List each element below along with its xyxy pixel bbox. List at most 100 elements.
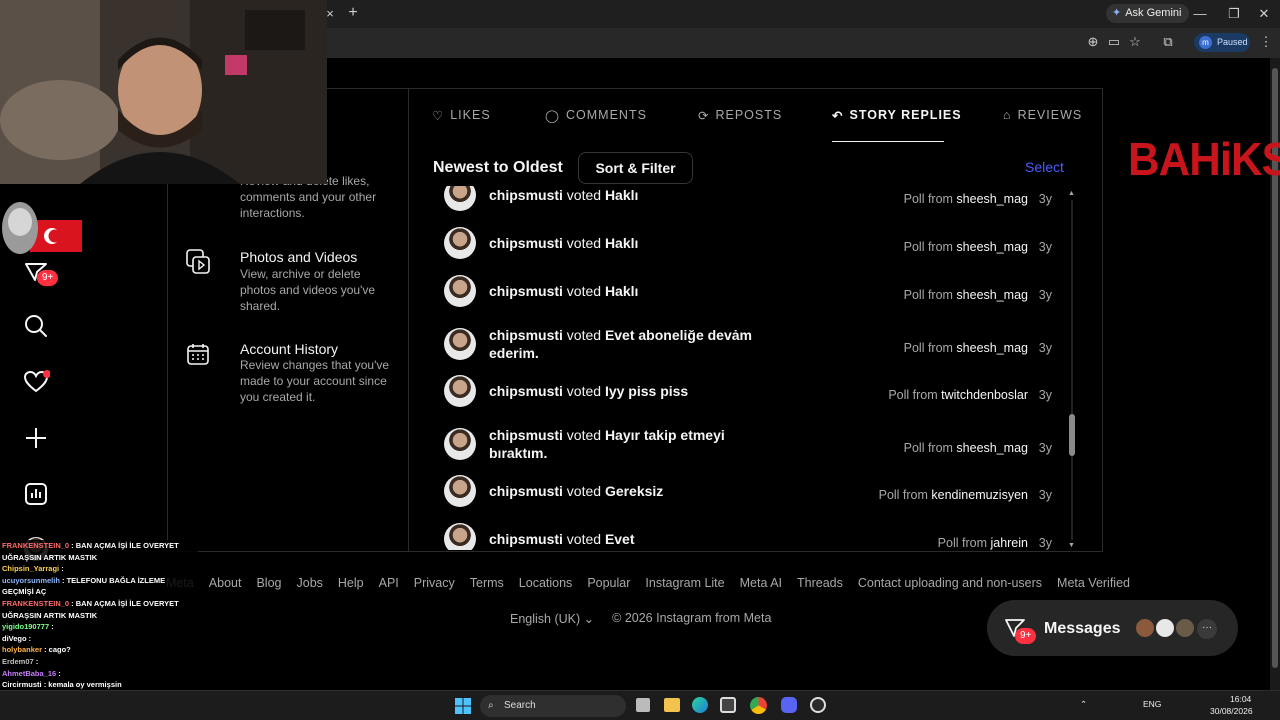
poll-source-account[interactable]: sheesh_mag — [956, 341, 1028, 355]
poll-source-prefix: Poll from — [903, 341, 957, 355]
activity-row[interactable]: chipsmusti voted Haklı Poll from sheesh_m… — [433, 227, 1065, 278]
bookmark-star-icon[interactable]: ☆ — [1125, 32, 1145, 52]
tray-time[interactable]: 16:04 — [1230, 694, 1251, 704]
dashboard-icon[interactable] — [22, 480, 50, 508]
poll-source-account[interactable]: sheesh_mag — [956, 192, 1028, 206]
account-history-title[interactable]: Account History — [240, 341, 338, 357]
tray-chevron-icon[interactable]: ⌃ — [1080, 699, 1087, 710]
footer-link[interactable]: Blog — [256, 576, 281, 590]
task-view-icon[interactable] — [636, 698, 650, 712]
taskbar-search-box[interactable]: ⌕ Search — [480, 695, 626, 717]
chat-username: Erdem07 — [2, 656, 34, 666]
footer-link[interactable]: Meta Verified — [1057, 576, 1130, 590]
tab-reviews[interactable]: ⌂ REVIEWS — [1003, 106, 1082, 124]
activity-row[interactable]: chipsmusti voted Haklı Poll from sheesh_m… — [433, 275, 1065, 326]
activity-username[interactable]: chipsmusti — [489, 531, 563, 547]
close-window-button[interactable]: ✕ — [1254, 4, 1274, 24]
restore-window-button[interactable]: ❐ — [1224, 4, 1244, 24]
activity-text: chipsmusti voted Haklı — [489, 234, 779, 252]
zoom-icon[interactable]: ⊕ — [1083, 32, 1103, 52]
footer-link[interactable]: Terms — [470, 576, 504, 590]
avatar[interactable] — [444, 375, 476, 407]
poll-source-account[interactable]: sheesh_mag — [956, 288, 1028, 302]
sort-filter-button[interactable]: Sort & Filter — [578, 152, 693, 184]
activity-username[interactable]: chipsmusti — [489, 327, 563, 343]
taskbar-search-label: Search — [504, 700, 536, 711]
activity-row[interactable]: chipsmusti voted Evet Poll from jahrein 3y — [433, 523, 1065, 550]
store-icon[interactable] — [720, 697, 736, 713]
activity-username[interactable]: chipsmusti — [489, 427, 563, 443]
avatar[interactable] — [444, 523, 476, 550]
file-explorer-icon[interactable] — [664, 698, 680, 712]
footer-link[interactable]: Help — [338, 576, 364, 590]
edge-icon[interactable] — [692, 697, 708, 713]
language-selector[interactable]: English (UK) ⌄ — [510, 611, 594, 626]
tab-likes[interactable]: ♡ LIKES — [432, 106, 491, 124]
activity-username[interactable]: chipsmusti — [489, 383, 563, 399]
footer-link[interactable]: About — [209, 576, 242, 590]
windows-start-icon[interactable] — [455, 698, 471, 714]
footer-link[interactable]: Threads — [797, 576, 843, 590]
poll-source: Poll from sheesh_mag — [904, 288, 1028, 302]
chat-username: FRANKENSTEIN_0 — [2, 598, 70, 608]
new-tab-button[interactable]: + — [343, 3, 363, 23]
profile-avatar: m — [1199, 36, 1212, 49]
discord-icon[interactable] — [781, 697, 797, 713]
avatar[interactable] — [444, 428, 476, 460]
create-plus-icon[interactable] — [22, 424, 50, 452]
footer-link[interactable]: Instagram Lite — [645, 576, 724, 590]
tab-reposts[interactable]: ⟳ REPOSTS — [698, 106, 782, 124]
activity-username[interactable]: chipsmusti — [489, 483, 563, 499]
poll-source-account[interactable]: sheesh_mag — [956, 441, 1028, 455]
footer-link[interactable]: API — [379, 576, 399, 590]
activity-username[interactable]: chipsmusti — [489, 187, 563, 203]
tab-story-replies[interactable]: ↶ STORY REPLIES — [832, 106, 962, 124]
select-button[interactable]: Select — [1025, 159, 1064, 175]
footer-link[interactable]: Privacy — [414, 576, 455, 590]
avatar[interactable] — [444, 275, 476, 307]
chrome-icon[interactable] — [750, 697, 767, 714]
poll-source-account[interactable]: kendinemuzisyen — [931, 488, 1028, 502]
activity-row[interactable]: chipsmusti voted Iyy piss piss Poll from … — [433, 375, 1065, 426]
footer-link[interactable]: Locations — [519, 576, 573, 590]
browser-menu-icon[interactable]: ⋮ — [1256, 32, 1276, 52]
activity-row[interactable]: chipsmusti voted Evet aboneliğe devȧm ed… — [433, 322, 1065, 370]
extensions-icon[interactable]: ⧉ — [1158, 32, 1178, 52]
tray-date[interactable]: 30/08/2026 — [1210, 706, 1253, 716]
avatar[interactable] — [444, 475, 476, 507]
notifications-heart-icon[interactable] — [22, 368, 51, 396]
photos-videos-title[interactable]: Photos and Videos — [240, 249, 357, 265]
tab-comments[interactable]: ◯ COMMENTS — [545, 106, 647, 124]
footer-link[interactable]: Contact uploading and non-users — [858, 576, 1042, 590]
poll-source-account[interactable]: twitchdenboslar — [941, 388, 1028, 402]
activity-row[interactable]: chipsmusti voted Gereksiz Poll from kendi… — [433, 475, 1065, 526]
search-icon[interactable] — [22, 312, 50, 340]
profile-sync-button[interactable]: m Paused — [1194, 33, 1250, 52]
cast-icon[interactable]: ▭ — [1104, 32, 1124, 52]
chat-message: Erdem07 : — [2, 656, 198, 668]
activity-username[interactable]: chipsmusti — [489, 283, 563, 299]
poll-source: Poll from sheesh_mag — [904, 192, 1028, 206]
avatar[interactable] — [444, 186, 476, 211]
avatar[interactable] — [444, 328, 476, 360]
tray-lang[interactable]: ENG — [1143, 699, 1161, 709]
obs-icon[interactable] — [810, 697, 826, 713]
avatar[interactable] — [444, 227, 476, 259]
messages-widget[interactable]: 9+ Messages ··· — [987, 600, 1238, 656]
footer-link[interactable]: Meta AI — [740, 576, 782, 590]
activity-list-scrollbar[interactable]: ▲ ▼ — [1068, 190, 1076, 550]
photos-videos-icon — [186, 249, 210, 280]
poll-source-account[interactable]: sheesh_mag — [956, 240, 1028, 254]
messages-icon[interactable]: 9+ — [22, 258, 59, 286]
minimize-window-button[interactable]: — — [1190, 4, 1210, 24]
activity-row[interactable]: chipsmusti voted Hayır takip etmeyi bıra… — [433, 422, 1065, 470]
activity-verb: voted — [562, 283, 605, 299]
activity-username[interactable]: chipsmusti — [489, 235, 563, 251]
calendar-icon — [186, 342, 210, 371]
poll-source-prefix: Poll from — [888, 388, 942, 402]
ask-gemini-button[interactable]: ✦ Ask Gemini — [1106, 4, 1190, 23]
footer-link[interactable]: Jobs — [297, 576, 323, 590]
activity-row[interactable]: chipsmusti voted Haklı Poll from sheesh_m… — [433, 186, 1065, 230]
footer-link[interactable]: Popular — [587, 576, 630, 590]
poll-source-account[interactable]: jahrein — [990, 536, 1028, 550]
